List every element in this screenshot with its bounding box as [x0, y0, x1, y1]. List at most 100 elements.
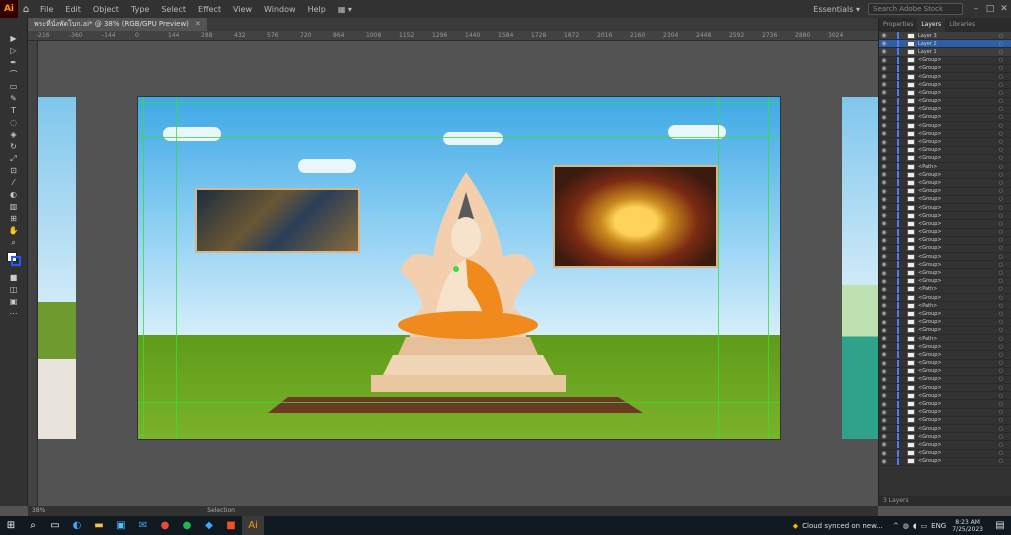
target-circle-icon[interactable]: ○	[999, 82, 1003, 88]
blend-tool-icon[interactable]: ◐	[4, 189, 24, 200]
sublayer-row[interactable]: ◉ <Group> ○	[879, 171, 1011, 180]
target-circle-icon[interactable]: ○	[999, 196, 1003, 202]
visibility-eye-icon[interactable]: ◉	[879, 204, 889, 211]
guide-line[interactable]	[143, 97, 144, 439]
menu-type[interactable]: Type	[125, 5, 155, 14]
canvas[interactable]	[38, 41, 878, 506]
target-circle-icon[interactable]: ○	[999, 434, 1003, 440]
visibility-eye-icon[interactable]: ◉	[879, 89, 889, 96]
network-icon[interactable]: ◍	[903, 522, 909, 530]
search-icon[interactable]: ⌕	[22, 516, 44, 535]
target-circle-icon[interactable]: ○	[999, 188, 1003, 194]
target-circle-icon[interactable]: ○	[999, 393, 1003, 399]
menu-window[interactable]: Window	[258, 5, 302, 14]
sublayer-row[interactable]: ◉ <Group> ○	[879, 187, 1011, 196]
target-circle-icon[interactable]: ○	[999, 180, 1003, 186]
sublayer-row[interactable]: ◉ <Path> ○	[879, 302, 1011, 311]
app-icon[interactable]: ◆	[198, 516, 220, 535]
sublayer-row[interactable]: ◉ <Path> ○	[879, 285, 1011, 294]
tab-layers[interactable]: Layers	[917, 18, 946, 32]
target-circle-icon[interactable]: ○	[999, 278, 1003, 284]
target-circle-icon[interactable]: ○	[999, 344, 1003, 350]
target-circle-icon[interactable]: ○	[999, 221, 1003, 227]
visibility-eye-icon[interactable]: ◉	[879, 351, 889, 358]
sublayer-row[interactable]: ◉ <Group> ○	[879, 457, 1011, 466]
app-logo-icon[interactable]: Ai	[0, 0, 18, 18]
visibility-eye-icon[interactable]: ◉	[879, 286, 889, 293]
sublayer-row[interactable]: ◉ <Group> ○	[879, 261, 1011, 270]
target-circle-icon[interactable]: ○	[999, 164, 1003, 170]
artboard-tool-icon[interactable]: ⊞	[4, 213, 24, 224]
visibility-eye-icon[interactable]: ◉	[879, 417, 889, 424]
target-circle-icon[interactable]: ○	[999, 172, 1003, 178]
visibility-eye-icon[interactable]: ◉	[879, 106, 889, 113]
sublayer-row[interactable]: ◉ <Group> ○	[879, 146, 1011, 155]
sublayer-row[interactable]: ◉ <Group> ○	[879, 310, 1011, 319]
menu-object[interactable]: Object	[87, 5, 125, 14]
target-circle-icon[interactable]: ○	[999, 147, 1003, 153]
visibility-eye-icon[interactable]: ◉	[879, 425, 889, 432]
visibility-eye-icon[interactable]: ◉	[879, 32, 889, 39]
chevron-up-icon[interactable]: ^	[893, 522, 899, 530]
target-circle-icon[interactable]: ○	[999, 57, 1003, 63]
sublayer-row[interactable]: ◉ <Group> ○	[879, 81, 1011, 90]
visibility-eye-icon[interactable]: ◉	[879, 302, 889, 309]
volume-icon[interactable]: ◖	[913, 522, 917, 530]
visibility-eye-icon[interactable]: ◉	[879, 229, 889, 236]
sublayer-row[interactable]: ◉ <Group> ○	[879, 56, 1011, 65]
main-artboard[interactable]	[137, 96, 781, 440]
sublayer-row[interactable]: ◉ <Group> ○	[879, 212, 1011, 221]
target-circle-icon[interactable]: ○	[999, 131, 1003, 137]
sublayer-row[interactable]: ◉ <Group> ○	[879, 97, 1011, 106]
sublayer-row[interactable]: ◉ <Group> ○	[879, 408, 1011, 417]
sublayer-row[interactable]: ◉ <Group> ○	[879, 122, 1011, 131]
target-circle-icon[interactable]: ○	[999, 90, 1003, 96]
menu-edit[interactable]: Edit	[59, 5, 87, 14]
visibility-eye-icon[interactable]: ◉	[879, 155, 889, 162]
target-circle-icon[interactable]: ○	[999, 33, 1003, 39]
target-circle-icon[interactable]: ○	[999, 368, 1003, 374]
visibility-eye-icon[interactable]: ◉	[879, 335, 889, 342]
layer-row[interactable]: ◉ Layer 1 ○	[879, 48, 1011, 57]
visibility-eye-icon[interactable]: ◉	[879, 327, 889, 334]
target-circle-icon[interactable]: ○	[999, 319, 1003, 325]
tab-properties[interactable]: Properties	[879, 18, 917, 32]
selection-tool-icon[interactable]: ▶	[4, 33, 24, 44]
vertical-ruler[interactable]	[28, 41, 38, 506]
target-circle-icon[interactable]: ○	[999, 114, 1003, 120]
close-icon[interactable]: ✕	[997, 4, 1011, 14]
hand-tool-icon[interactable]: ✋	[4, 225, 24, 236]
lasso-tool-icon[interactable]: ◌	[4, 117, 24, 128]
visibility-eye-icon[interactable]: ◉	[879, 73, 889, 80]
guide-line[interactable]	[768, 97, 769, 439]
edit-toolbar-icon[interactable]: ⋯	[4, 308, 24, 319]
target-circle-icon[interactable]: ○	[999, 417, 1003, 423]
battery-icon[interactable]: ▭	[921, 522, 928, 530]
target-circle-icon[interactable]: ○	[999, 409, 1003, 415]
visibility-eye-icon[interactable]: ◉	[879, 196, 889, 203]
edge-icon[interactable]: ◐	[66, 516, 88, 535]
target-circle-icon[interactable]: ○	[999, 237, 1003, 243]
color-mode-icon[interactable]: ■	[4, 272, 24, 283]
sublayer-row[interactable]: ◉ <Group> ○	[879, 441, 1011, 450]
rectangle-tool-icon[interactable]: ▭	[4, 81, 24, 92]
maximize-icon[interactable]: □	[983, 4, 997, 14]
visibility-eye-icon[interactable]: ◉	[879, 360, 889, 367]
arrange-documents-icon[interactable]: ▦ ▾	[332, 5, 358, 14]
target-circle-icon[interactable]: ○	[999, 270, 1003, 276]
layer-row[interactable]: ◉ Layer 2 ○	[879, 40, 1011, 49]
sublayer-row[interactable]: ◉ <Group> ○	[879, 326, 1011, 335]
visibility-eye-icon[interactable]: ◉	[879, 409, 889, 416]
notification-area[interactable]: ◆ Cloud synced on new...	[793, 522, 883, 530]
guide-line[interactable]	[138, 402, 780, 403]
target-circle-icon[interactable]: ○	[999, 98, 1003, 104]
illustrator-taskbar-icon[interactable]: Ai	[242, 516, 264, 535]
zoom-tool-icon[interactable]: ⌕	[4, 237, 24, 248]
target-circle-icon[interactable]: ○	[999, 74, 1003, 80]
sublayer-row[interactable]: ◉ <Group> ○	[879, 64, 1011, 73]
visibility-eye-icon[interactable]: ◉	[879, 40, 889, 47]
target-circle-icon[interactable]: ○	[999, 385, 1003, 391]
sublayer-row[interactable]: ◉ <Path> ○	[879, 335, 1011, 344]
sublayer-row[interactable]: ◉ <Group> ○	[879, 351, 1011, 360]
graph-tool-icon[interactable]: ▥	[4, 201, 24, 212]
